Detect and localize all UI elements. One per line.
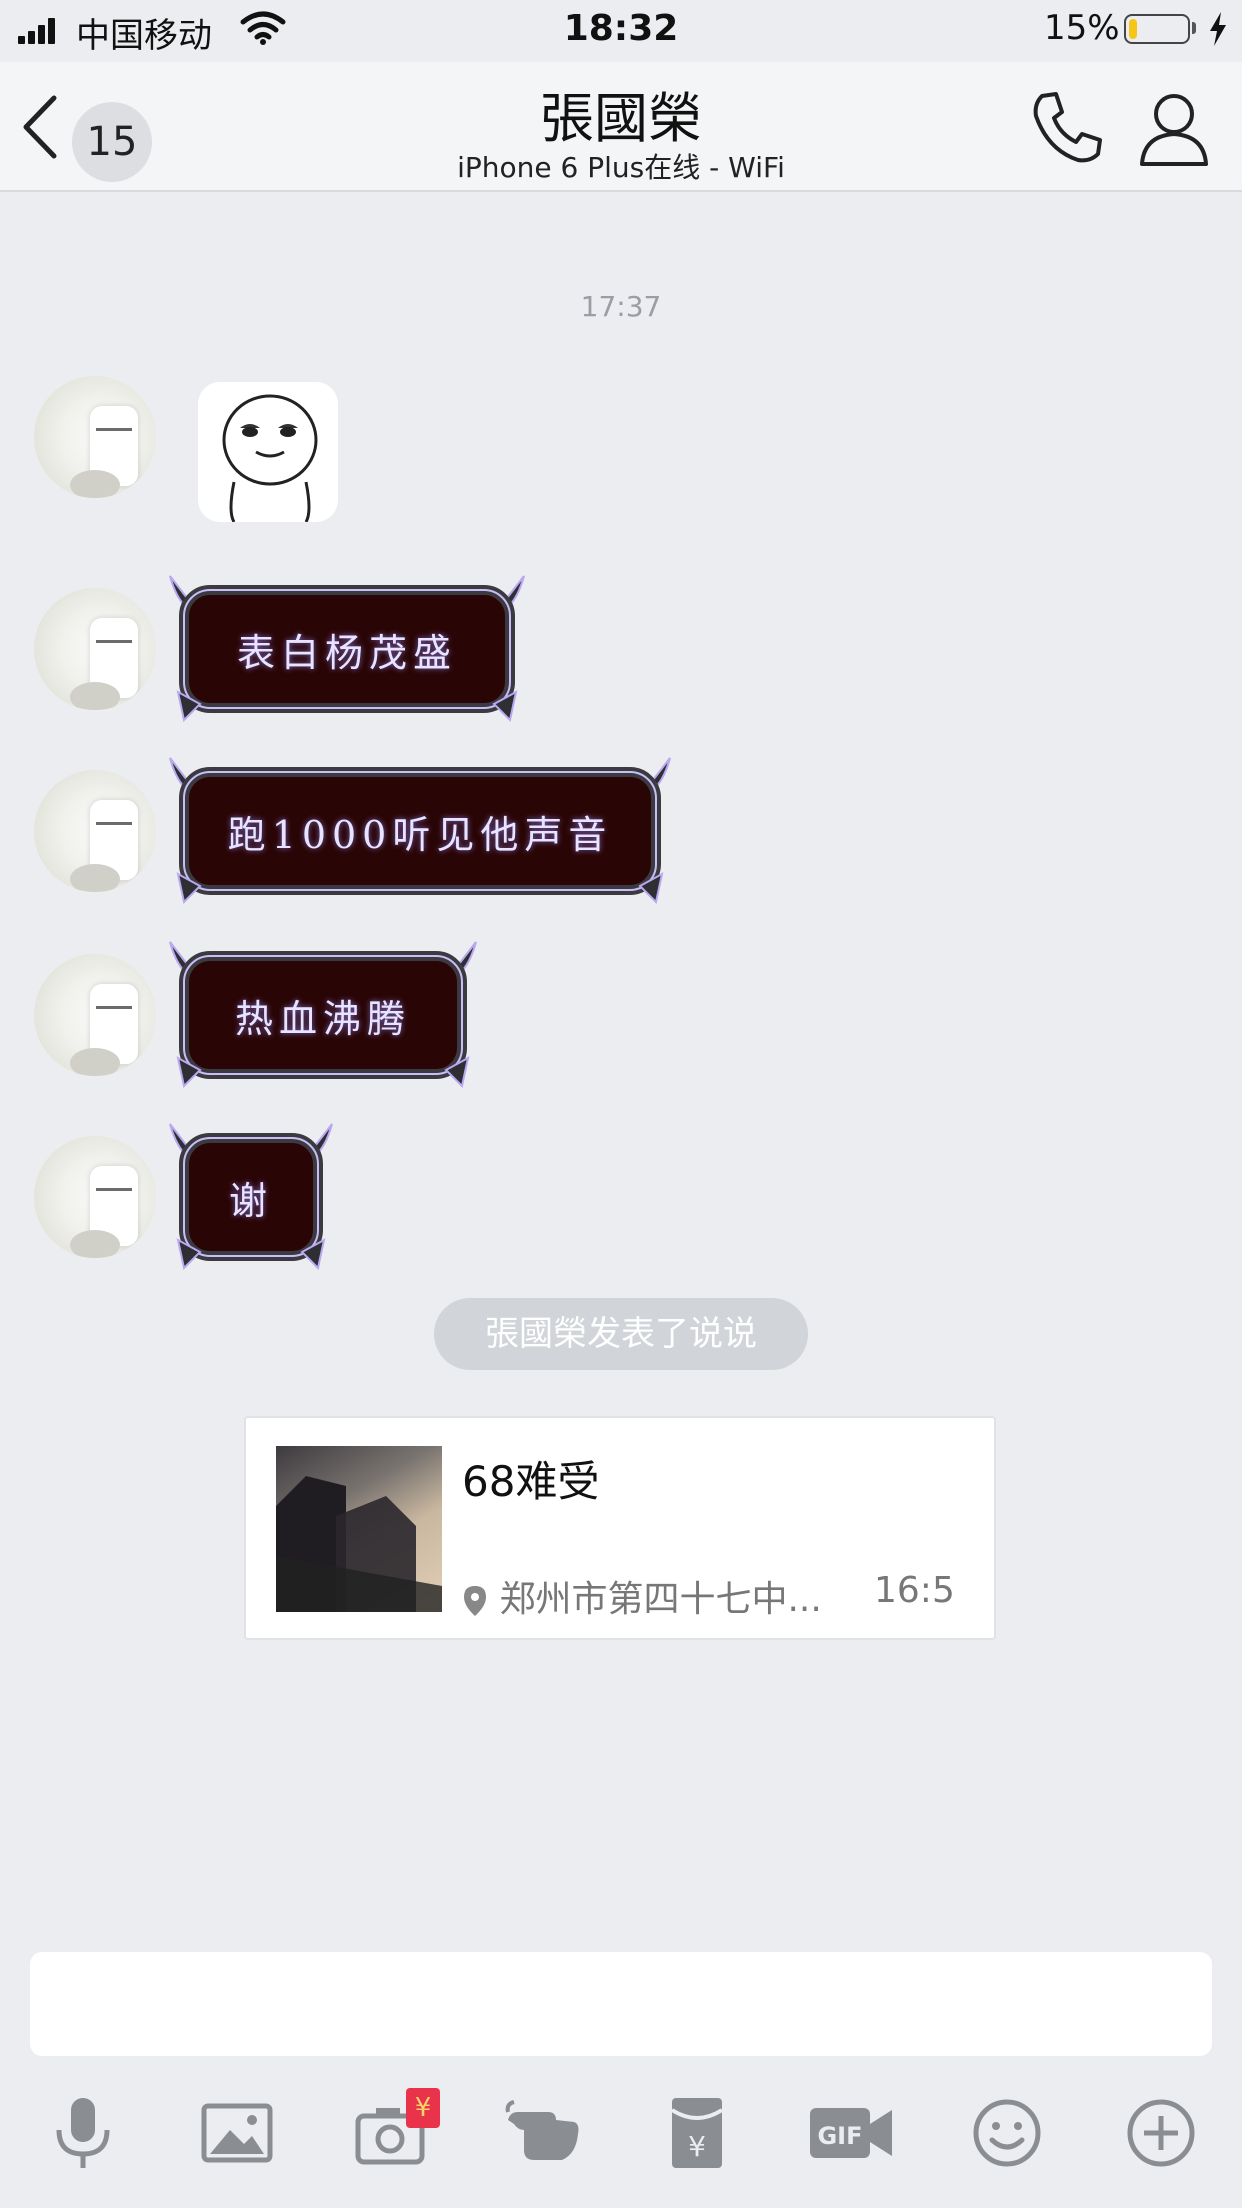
- smiling-face-sticker-icon: [222, 394, 318, 522]
- svg-text:GIF: GIF: [817, 2122, 862, 2150]
- charging-bolt-icon: [1210, 12, 1226, 46]
- red-packet-icon[interactable]: ¥: [658, 2094, 736, 2172]
- post-location: 郑州市第四十七中...: [462, 1570, 822, 1622]
- message-bubble[interactable]: 热血沸腾: [169, 938, 477, 1089]
- sender-avatar[interactable]: [34, 376, 156, 498]
- gif-icon[interactable]: GIF: [808, 2094, 894, 2172]
- sender-avatar[interactable]: [34, 588, 156, 710]
- emoji-icon[interactable]: [968, 2094, 1046, 2172]
- location-pin-icon: [464, 1586, 486, 1616]
- sender-avatar[interactable]: [34, 1136, 156, 1258]
- message-input[interactable]: [30, 1952, 1212, 2056]
- plus-icon[interactable]: [1122, 2094, 1200, 2172]
- image-icon[interactable]: [198, 2094, 276, 2172]
- sender-avatar[interactable]: [34, 954, 156, 1076]
- message-text: 表白杨茂盛: [236, 631, 457, 675]
- microphone-icon[interactable]: [44, 2094, 122, 2172]
- message-text: 跑1000听见他声音: [227, 813, 613, 857]
- sticker-message[interactable]: [198, 382, 338, 522]
- chat-header: 15 張國榮 iPhone 6 Plus在线 - WiFi: [0, 62, 1242, 192]
- message-bubble[interactable]: 表白杨茂盛: [169, 572, 525, 723]
- post-time: 16:5: [874, 1570, 955, 1611]
- input-toolbar: ¥ ¥ GIF: [0, 2080, 1242, 2208]
- phone-icon[interactable]: [1028, 88, 1108, 168]
- battery-level: [1129, 19, 1137, 39]
- sender-avatar[interactable]: [34, 770, 156, 892]
- status-bar: 中国移动 18:32 15%: [0, 0, 1242, 60]
- shared-post-card[interactable]: 68难受 郑州市第四十七中... 16:5: [244, 1416, 996, 1640]
- battery-percent: 15%: [1044, 8, 1120, 48]
- message-bubble[interactable]: 跑1000听见他声音: [169, 754, 671, 905]
- svg-text:¥: ¥: [688, 2130, 706, 2163]
- camera-red-packet-badge: ¥: [406, 2088, 440, 2128]
- system-notice[interactable]: 張國榮发表了说说: [434, 1298, 808, 1370]
- poke-hand-icon[interactable]: [504, 2094, 582, 2172]
- person-icon[interactable]: [1136, 88, 1212, 168]
- post-thumbnail: [276, 1446, 442, 1612]
- time-divider: 17:37: [580, 290, 662, 323]
- battery-cap: [1192, 22, 1196, 34]
- message-text: 谢: [228, 1179, 273, 1223]
- post-location-text: 郑州市第四十七中...: [499, 1579, 822, 1620]
- post-title: 68难受: [462, 1457, 600, 1506]
- message-text: 热血沸腾: [234, 997, 411, 1041]
- battery-icon: [1124, 14, 1190, 44]
- message-bubble[interactable]: 谢: [169, 1120, 333, 1271]
